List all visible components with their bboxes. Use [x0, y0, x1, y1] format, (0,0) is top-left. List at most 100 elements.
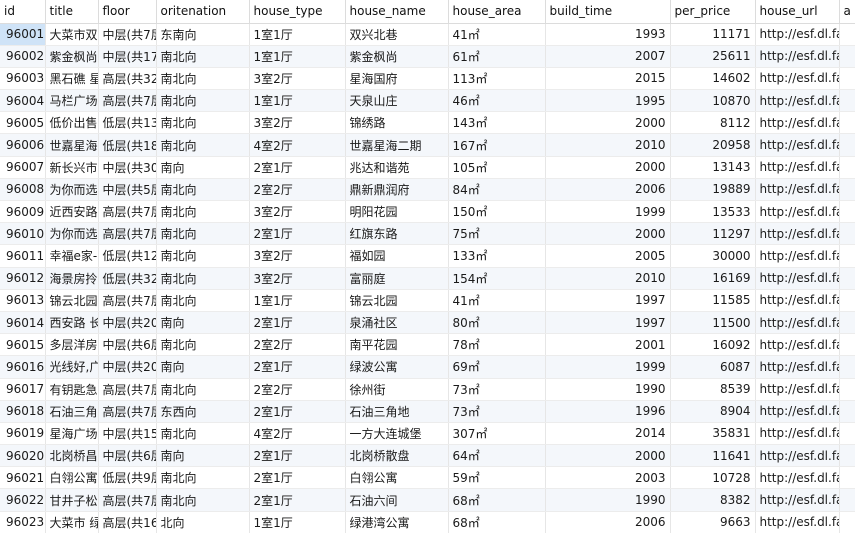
cell-floor[interactable]: 高层(共32: [98, 67, 157, 91]
table-row[interactable]: 96013锦云北园高层(共7层南北向1室1厅锦云北园41㎡199711585ht…: [0, 289, 855, 312]
cell-extra[interactable]: [839, 67, 855, 91]
cell-house-name[interactable]: 鼎新鼎润府: [345, 178, 449, 202]
cell-id[interactable]: 96018: [0, 400, 46, 423]
cell-house-type[interactable]: 1室1厅: [249, 89, 346, 113]
cell-oritenation[interactable]: 南北向: [156, 466, 250, 490]
cell-house-area[interactable]: 73㎡: [448, 400, 546, 423]
cell-per-price[interactable]: 13533: [670, 200, 756, 224]
cell-extra[interactable]: [839, 422, 855, 446]
cell-per-price[interactable]: 25611: [670, 45, 756, 68]
cell-house-url[interactable]: http://esf.dl.fang: [755, 45, 840, 68]
cell-per-price[interactable]: 8904: [670, 400, 756, 423]
cell-build-time[interactable]: 1993: [545, 23, 671, 46]
cell-oritenation[interactable]: 南北向: [156, 222, 250, 246]
cell-title[interactable]: 紫金枫尚: [45, 45, 99, 68]
cell-build-time[interactable]: 2003: [545, 466, 671, 490]
cell-house-name[interactable]: 天泉山庄: [345, 89, 449, 113]
cell-id[interactable]: 96003: [0, 67, 46, 91]
cell-build-time[interactable]: 1997: [545, 289, 671, 312]
cell-id[interactable]: 96011: [0, 244, 46, 268]
cell-house-type[interactable]: 2室1厅: [249, 355, 346, 379]
cell-oritenation[interactable]: 南北向: [156, 45, 250, 68]
cell-house-area[interactable]: 64㎡: [448, 444, 546, 468]
table-row[interactable]: 96015多层洋房中层(共6层南北向2室2厅南平花园78㎡200116092ht…: [0, 333, 855, 357]
cell-title[interactable]: 为你而选: [45, 178, 99, 202]
cell-house-type[interactable]: 2室1厅: [249, 444, 346, 468]
cell-build-time[interactable]: 1995: [545, 89, 671, 113]
cell-title[interactable]: 锦云北园: [45, 289, 99, 312]
cell-title[interactable]: 大菜市双: [45, 23, 99, 46]
cell-oritenation[interactable]: 南北向: [156, 488, 250, 512]
cell-house-type[interactable]: 3室2厅: [249, 67, 346, 91]
column-header-house-url[interactable]: house_url: [755, 0, 840, 24]
column-header-extra[interactable]: a: [839, 0, 855, 24]
cell-house-area[interactable]: 41㎡: [448, 289, 546, 312]
cell-house-url[interactable]: http://esf.dl.fang: [755, 67, 840, 91]
cell-floor[interactable]: 中层(共7层: [98, 23, 157, 46]
cell-house-name[interactable]: 福如园: [345, 244, 449, 268]
cell-per-price[interactable]: 11500: [670, 311, 756, 335]
cell-per-price[interactable]: 11171: [670, 23, 756, 46]
cell-floor[interactable]: 高层(共7层: [98, 200, 157, 224]
cell-house-url[interactable]: http://esf.dl.fang: [755, 289, 840, 312]
table-row[interactable]: 96019 星海广场 中层(共15 南北向 4室2厅 一方大连城堡 307㎡ 2014 3583…: [0, 422, 855, 446]
cell-per-price[interactable]: 19889: [670, 178, 756, 202]
cell-house-name[interactable]: 泉涌社区: [345, 311, 449, 335]
cell-floor[interactable]: 低层(共13: [98, 111, 157, 135]
cell-title[interactable]: 大菜市 绿: [45, 511, 99, 533]
cell-house-url[interactable]: http://esf.dl.fang: [755, 488, 840, 512]
cell-house-type[interactable]: 1室1厅: [249, 289, 346, 312]
cell-build-time[interactable]: 2005: [545, 244, 671, 268]
cell-extra[interactable]: [839, 355, 855, 379]
column-header-title[interactable]: title: [45, 0, 99, 24]
table-row[interactable]: 96008为你而选中层(共5层南北向2室2厅鼎新鼎润府84㎡200619889h…: [0, 178, 855, 202]
cell-floor[interactable]: 中层(共15: [98, 422, 157, 446]
cell-house-type[interactable]: 2室1厅: [249, 311, 346, 335]
table-row[interactable]: 96011 幸福e家- 低层(共12 南北向 3室2厅 福如园 133㎡ 2005 30000 h…: [0, 244, 855, 268]
cell-house-name[interactable]: 锦云北园: [345, 289, 449, 312]
cell-extra[interactable]: [839, 511, 855, 533]
cell-floor[interactable]: 低层(共12: [98, 244, 157, 268]
cell-house-area[interactable]: 78㎡: [448, 333, 546, 357]
cell-id[interactable]: 96009: [0, 200, 46, 224]
cell-id[interactable]: 96002: [0, 45, 46, 68]
cell-title[interactable]: 近西安路: [45, 200, 99, 224]
cell-extra[interactable]: [839, 267, 855, 290]
cell-floor[interactable]: 中层(共6层: [98, 444, 157, 468]
cell-house-area[interactable]: 59㎡: [448, 466, 546, 490]
cell-build-time[interactable]: 1990: [545, 488, 671, 512]
cell-house-name[interactable]: 石油六间: [345, 488, 449, 512]
cell-house-url[interactable]: http://esf.dl.fang: [755, 267, 840, 290]
cell-floor[interactable]: 中层(共17: [98, 45, 157, 68]
cell-oritenation[interactable]: 南北向: [156, 200, 250, 224]
cell-id[interactable]: 96014: [0, 311, 46, 335]
table-row[interactable]: 96006 世嘉星海 低层(共18 南北向 4室2厅 世嘉星海二期 167㎡ 2010 2095…: [0, 133, 855, 157]
cell-house-area[interactable]: 68㎡: [448, 511, 546, 533]
table-row[interactable]: 96023 大菜市 绿高层(共16 北向 1室1厅 绿港湾公寓 68㎡ 2006 9663 ht…: [0, 511, 855, 533]
cell-house-name[interactable]: 红旗东路: [345, 222, 449, 246]
cell-floor[interactable]: 中层(共30: [98, 156, 157, 179]
table-row[interactable]: 96010为你而选高层(共7层南北向2室1厅红旗东路75㎡200011297ht…: [0, 222, 855, 246]
cell-title[interactable]: 有钥匙急: [45, 378, 99, 401]
cell-floor[interactable]: 高层(共16: [98, 511, 157, 533]
cell-build-time[interactable]: 2000: [545, 156, 671, 179]
cell-per-price[interactable]: 11585: [670, 289, 756, 312]
cell-house-type[interactable]: 2室2厅: [249, 333, 346, 357]
cell-extra[interactable]: [839, 133, 855, 157]
cell-house-name[interactable]: 双兴北巷: [345, 23, 449, 46]
table-row[interactable]: 96018石油三角高层(共7层东西向2室1厅石油三角地73㎡19968904ht…: [0, 400, 855, 423]
cell-extra[interactable]: [839, 200, 855, 224]
cell-house-name[interactable]: 白翎公寓: [345, 466, 449, 490]
cell-house-area[interactable]: 105㎡: [448, 156, 546, 179]
cell-house-url[interactable]: http://esf.dl.fang: [755, 23, 840, 46]
cell-build-time[interactable]: 1996: [545, 400, 671, 423]
cell-house-url[interactable]: http://esf.dl.fang: [755, 222, 840, 246]
cell-title[interactable]: 低价出售: [45, 111, 99, 135]
cell-house-area[interactable]: 61㎡: [448, 45, 546, 68]
cell-house-url[interactable]: http://esf.dl.fang: [755, 89, 840, 113]
cell-house-name[interactable]: 星海国府: [345, 67, 449, 91]
cell-house-area[interactable]: 154㎡: [448, 267, 546, 290]
cell-title[interactable]: 幸福e家-: [45, 244, 99, 268]
cell-extra[interactable]: [839, 311, 855, 335]
cell-title[interactable]: 西安路 长: [45, 311, 99, 335]
